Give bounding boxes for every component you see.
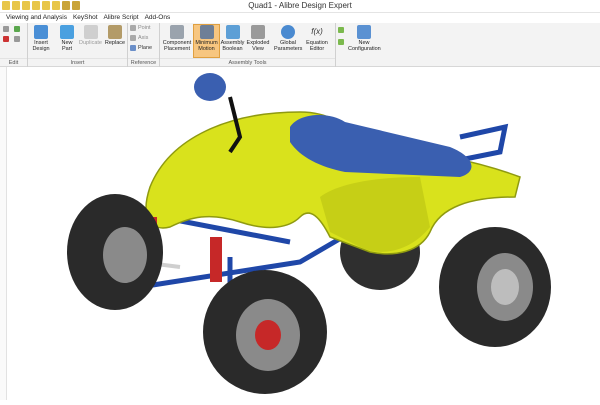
delete-icon <box>3 36 9 42</box>
equation-editor-label: Equation Editor <box>306 40 328 52</box>
new-part-button[interactable]: New Part <box>58 25 76 52</box>
front-left-wheel <box>67 194 163 310</box>
group-configuration: New Configuration <box>336 23 382 67</box>
new-part-label: New Part <box>61 40 73 52</box>
replace-label: Replace <box>104 40 126 46</box>
menu-alibre-script[interactable]: Alibre Script <box>104 13 139 23</box>
copy-icon <box>14 26 20 32</box>
left-scroll-edge[interactable] <box>0 67 7 400</box>
component-placement-button[interactable]: Component Placement <box>162 25 192 52</box>
window-title: Quad1 - Alibre Design Expert <box>248 1 352 10</box>
assembly-boolean-button[interactable]: Assembly Boolean <box>220 25 245 52</box>
duplicate-button[interactable]: Duplicate <box>78 25 103 46</box>
group-label-edit: Edit <box>0 58 27 67</box>
edit-tool-4[interactable] <box>14 36 20 42</box>
config-tool-2[interactable] <box>338 39 344 45</box>
rear-right-wheel <box>439 227 551 347</box>
group-edit: Edit <box>0 23 28 67</box>
component-placement-label: Component Placement <box>162 40 192 52</box>
3d-viewport[interactable] <box>0 67 600 400</box>
axis-label: Axis <box>138 35 149 41</box>
duplicate-icon <box>83 25 98 39</box>
point-button[interactable]: Point <box>130 25 151 31</box>
replace-button[interactable]: Replace <box>104 25 126 46</box>
assembly-boolean-icon <box>225 25 240 39</box>
exploded-view-icon <box>251 25 265 39</box>
config-tool-1[interactable] <box>338 27 344 33</box>
ribbon: Edit Insert Design New Part Duplicate Re… <box>0 23 600 67</box>
exploded-view-label: Exploded View <box>246 40 270 52</box>
insert-design-button[interactable]: Insert Design <box>30 25 52 52</box>
new-configuration-label: New Configuration <box>348 40 381 52</box>
minimum-motion-button[interactable]: Minimum Motion <box>193 24 220 58</box>
config-icon-2 <box>338 39 344 45</box>
insert-design-label: Insert Design <box>32 40 50 52</box>
exploded-view-button[interactable]: Exploded View <box>246 25 270 52</box>
global-parameters-label: Global Parameters <box>274 40 303 52</box>
assembly-boolean-label: Assembly Boolean <box>220 40 245 52</box>
minimum-motion-label: Minimum Motion <box>195 40 218 52</box>
insert-design-icon <box>34 25 48 39</box>
group-label-reference: Reference <box>128 58 159 67</box>
group-reference: Point Axis Plane Reference <box>128 23 160 67</box>
group-label-assembly-tools: Assembly Tools <box>160 58 335 67</box>
point-icon <box>130 25 136 31</box>
function-icon: f(x) <box>311 27 323 36</box>
plane-icon <box>130 45 136 51</box>
group-insert: Insert Design New Part Duplicate Replace… <box>28 23 128 67</box>
global-parameters-button[interactable]: Global Parameters <box>274 25 302 52</box>
group-label-insert: Insert <box>28 58 127 67</box>
new-configuration-button[interactable]: New Configuration <box>348 25 381 52</box>
config-icon-1 <box>338 27 344 33</box>
duplicate-label: Duplicate <box>79 40 102 46</box>
axis-button[interactable]: Axis <box>130 35 148 41</box>
quad-model <box>67 73 551 394</box>
paste-icon <box>14 36 20 42</box>
plane-button[interactable]: Plane <box>130 45 152 51</box>
axis-icon <box>130 35 136 41</box>
menu-add-ons[interactable]: Add-Ons <box>145 13 171 23</box>
cut-icon <box>3 26 9 32</box>
edit-tool-2[interactable] <box>14 26 20 32</box>
global-parameters-icon <box>281 25 295 39</box>
new-part-icon <box>60 25 74 39</box>
equation-editor-button[interactable]: f(x) Equation Editor <box>303 25 331 52</box>
group-assembly-tools: Component Placement Minimum Motion Assem… <box>160 23 336 67</box>
edit-tool-3[interactable] <box>3 36 9 42</box>
point-label: Point <box>138 25 151 31</box>
minimum-motion-icon <box>199 25 214 39</box>
menu-keyshot[interactable]: KeyShot <box>73 13 98 23</box>
replace-icon <box>108 25 122 39</box>
plane-label: Plane <box>138 45 153 51</box>
menu-viewing-analysis[interactable]: Viewing and Analysis <box>6 13 67 23</box>
edit-tool-1[interactable] <box>3 26 9 32</box>
new-configuration-icon <box>357 25 371 39</box>
title-bar: Quad1 - Alibre Design Expert <box>0 0 600 13</box>
front-right-wheel <box>203 270 327 394</box>
menu-bar: Viewing and Analysis KeyShot Alibre Scri… <box>0 13 600 23</box>
component-placement-icon <box>170 25 184 39</box>
